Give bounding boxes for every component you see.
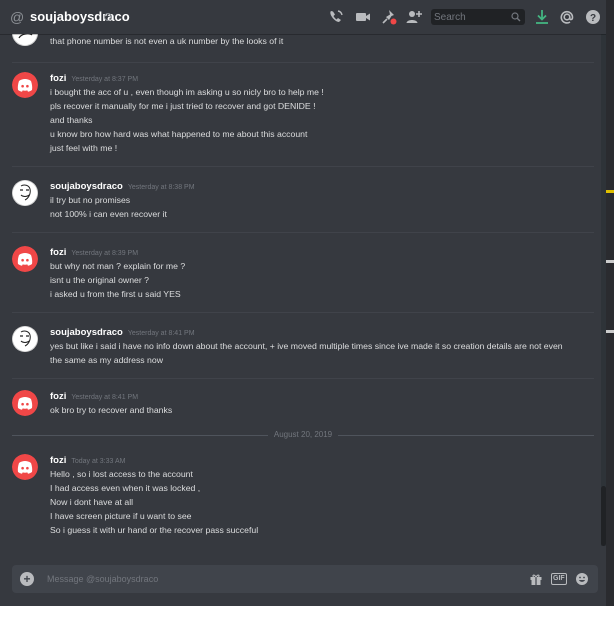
timestamp: Yesterday at 8:38 PM: [127, 184, 195, 191]
message-line: pls recover it manually for me i just tr…: [50, 101, 316, 111]
message-text: il try but no promises not 100% i can ev…: [50, 193, 580, 221]
divider: [12, 378, 594, 379]
avatar[interactable]: [12, 72, 38, 98]
avatar[interactable]: [12, 454, 38, 480]
download-icon[interactable]: [533, 8, 551, 26]
message-text: that phone number is not even a uk numbe…: [50, 34, 580, 48]
username[interactable]: soujaboysdraco Yesterday at 8:41 PM: [50, 327, 195, 338]
avatar[interactable]: [12, 180, 38, 206]
message-text: yes but like i said i have no info down …: [50, 339, 565, 367]
gif-icon[interactable]: GIF: [551, 573, 567, 585]
username[interactable]: fozi Yesterday at 8:41 PM: [50, 391, 138, 402]
timestamp: Yesterday at 8:41 PM: [71, 394, 139, 401]
avatar[interactable]: [12, 326, 38, 352]
background-artifact: [606, 190, 614, 193]
divider: [12, 166, 594, 167]
username[interactable]: fozi Yesterday at 8:39 PM: [50, 247, 138, 258]
message-line: I had access even when it was locked ,: [50, 483, 201, 493]
username[interactable]: soujaboysdraco Yesterday at 8:38 PM: [50, 181, 195, 192]
message-line: and thanks: [50, 115, 93, 125]
message-line: il try but no promises: [50, 195, 131, 205]
background-window-edge: [606, 0, 614, 606]
message-line: ok bro try to recover and thanks: [50, 405, 173, 415]
username[interactable]: fozi Today at 3:33 AM: [50, 455, 125, 466]
divider: [12, 232, 594, 233]
discord-logo-icon: [12, 72, 38, 98]
gif-label: GIF: [553, 575, 565, 582]
message-list: that phone number is not even a uk numbe…: [0, 34, 600, 554]
message-line: isnt u the original owner ?: [50, 275, 149, 285]
message-line: not 100% i can even recover it: [50, 209, 167, 219]
message-line: Now i dont have at all: [50, 497, 134, 507]
divider: [12, 312, 594, 313]
message-line: i asked u from the first u said YES: [50, 289, 181, 299]
message-composer: + GIF: [12, 565, 598, 593]
message-line: I have screen picture if u want to see: [50, 511, 192, 521]
message-text: but why not man ? explain for me ? isnt …: [50, 259, 580, 301]
help-icon[interactable]: ?: [584, 8, 602, 26]
meme-face-icon: [12, 326, 38, 352]
mentions-icon[interactable]: [558, 8, 576, 26]
timestamp: Yesterday at 8:39 PM: [71, 250, 139, 257]
message-line: just feel with me !: [50, 143, 118, 153]
gift-icon[interactable]: [529, 572, 543, 586]
message-input[interactable]: [47, 565, 507, 593]
message-text: ok bro try to recover and thanks: [50, 403, 580, 417]
at-icon: @: [10, 9, 25, 25]
timestamp: Today at 3:33 AM: [71, 458, 126, 465]
date-separator: August 20, 2019: [12, 430, 594, 442]
background-artifact: [606, 330, 614, 333]
add-friend-icon[interactable]: [405, 8, 423, 26]
phone-call-icon[interactable]: [327, 8, 345, 26]
pin-icon[interactable]: [380, 8, 398, 26]
background-artifact: [606, 260, 614, 263]
discord-logo-icon: [12, 246, 38, 272]
message-line: u know bro how hard was what happened to…: [50, 129, 308, 139]
avatar[interactable]: [12, 34, 38, 46]
message-line: So i guess it with ur hand or the recove…: [50, 525, 259, 535]
meme-face-icon: [12, 180, 38, 206]
discord-logo-icon: [12, 454, 38, 480]
timestamp: Yesterday at 8:37 PM: [71, 76, 139, 83]
username[interactable]: fozi Yesterday at 8:37 PM: [50, 73, 138, 84]
search-input[interactable]: [434, 9, 506, 25]
message-line: yes but like i said i have no info down …: [50, 341, 563, 365]
message-text: i bought the acc of u , even though im a…: [50, 85, 580, 155]
dm-window: @ soujaboysdraco ?: [0, 0, 606, 606]
video-call-icon[interactable]: [354, 8, 372, 26]
channel-name: soujaboysdraco: [30, 9, 130, 24]
message-line: that phone number is not even a uk numbe…: [50, 36, 284, 46]
message-text: Hello , so i lost access to the account …: [50, 467, 580, 537]
avatar[interactable]: [12, 390, 38, 416]
emoji-icon[interactable]: [575, 572, 589, 586]
upload-plus-icon[interactable]: +: [20, 572, 34, 586]
timestamp: Yesterday at 8:41 PM: [127, 330, 195, 337]
message-line: but why not man ? explain for me ?: [50, 261, 186, 271]
channel-header: @ soujaboysdraco ?: [0, 0, 606, 34]
search-box[interactable]: [431, 9, 525, 25]
discord-logo-icon: [12, 390, 38, 416]
search-icon: [511, 12, 521, 22]
message-line: i bought the acc of u , even though im a…: [50, 87, 324, 97]
svg-text:?: ?: [590, 13, 596, 24]
divider: [12, 62, 594, 63]
avatar[interactable]: [12, 246, 38, 272]
separator-date: August 20, 2019: [267, 430, 339, 439]
status-icon: [104, 13, 112, 21]
message-line: Hello , so i lost access to the account: [50, 469, 193, 479]
